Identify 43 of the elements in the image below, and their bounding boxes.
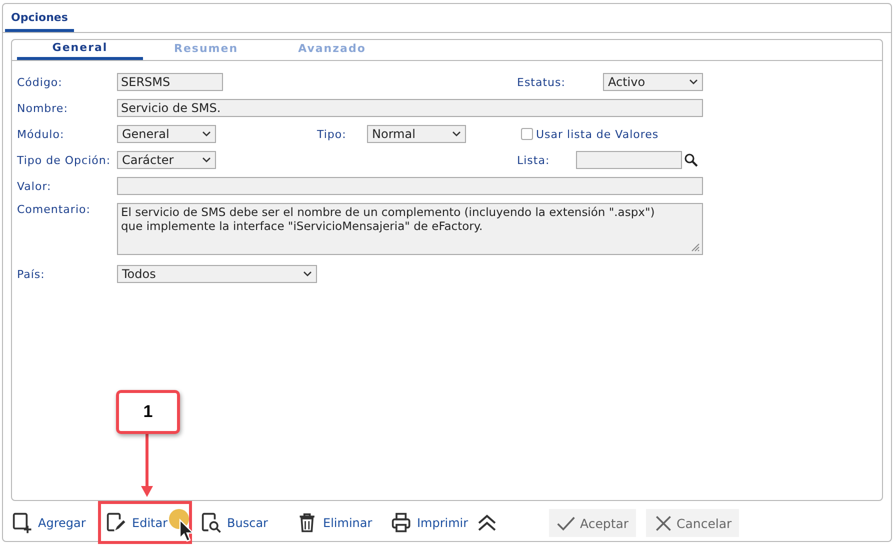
field-label: Tipo de Opción:: [17, 154, 111, 166]
collapse-icon[interactable]: [477, 513, 497, 533]
chevron-down-icon: [202, 131, 211, 137]
chevron-down-icon: [303, 271, 312, 277]
delete-button[interactable]: Eliminar: [297, 512, 391, 534]
chevron-down-icon: [202, 157, 211, 163]
country-dropdown[interactable]: Todos: [117, 265, 317, 283]
chevron-down-icon: [452, 131, 461, 137]
field-label: Módulo:: [17, 128, 64, 140]
field-label: País:: [17, 268, 45, 280]
field-label: Comentario:: [17, 203, 90, 216]
search-icon[interactable]: [684, 153, 698, 167]
callout-number: 1: [116, 390, 180, 434]
field-label: Nombre:: [17, 102, 68, 114]
field-label: Usar lista de Valores: [536, 128, 659, 140]
field-label: Estatus:: [517, 76, 566, 88]
option-type-dropdown[interactable]: Carácter: [117, 151, 216, 169]
comment-field[interactable]: El servicio de SMS debe ser el nombre de un complemento (incluyendo la extensión ".aspx") que implemente la interface "iServicioMensajeria" de eFactory.: [117, 203, 703, 255]
add-button[interactable]: Agregar: [12, 512, 106, 534]
field-label: Lista:: [517, 154, 550, 166]
module-dropdown[interactable]: General: [117, 125, 216, 143]
search-button[interactable]: Buscar: [201, 512, 297, 534]
resize-grip-icon[interactable]: [690, 242, 700, 252]
edit-button[interactable]: Editar: [106, 512, 201, 534]
code-field[interactable]: SERSMS: [117, 73, 223, 91]
value-field[interactable]: [117, 177, 703, 195]
search-icon: [201, 512, 223, 534]
status-dropdown[interactable]: Activo: [603, 73, 703, 91]
printer-icon: [391, 512, 413, 534]
chevron-down-icon: [689, 79, 698, 85]
print-button[interactable]: Imprimir: [391, 512, 477, 534]
type-dropdown[interactable]: Normal: [367, 125, 466, 143]
list-field[interactable]: [576, 151, 682, 169]
checkbox[interactable]: [521, 128, 533, 140]
arrow: [140, 434, 154, 499]
field-label: Valor:: [17, 180, 52, 192]
name-field[interactable]: Servicio de SMS.: [117, 99, 703, 117]
add-icon: [12, 512, 34, 534]
edit-icon: [106, 512, 128, 534]
tab[interactable]: Opciones: [5, 11, 74, 32]
tab[interactable]: General: [17, 40, 143, 60]
field-label: Tipo:: [317, 128, 346, 140]
field-label: Código:: [17, 76, 62, 88]
